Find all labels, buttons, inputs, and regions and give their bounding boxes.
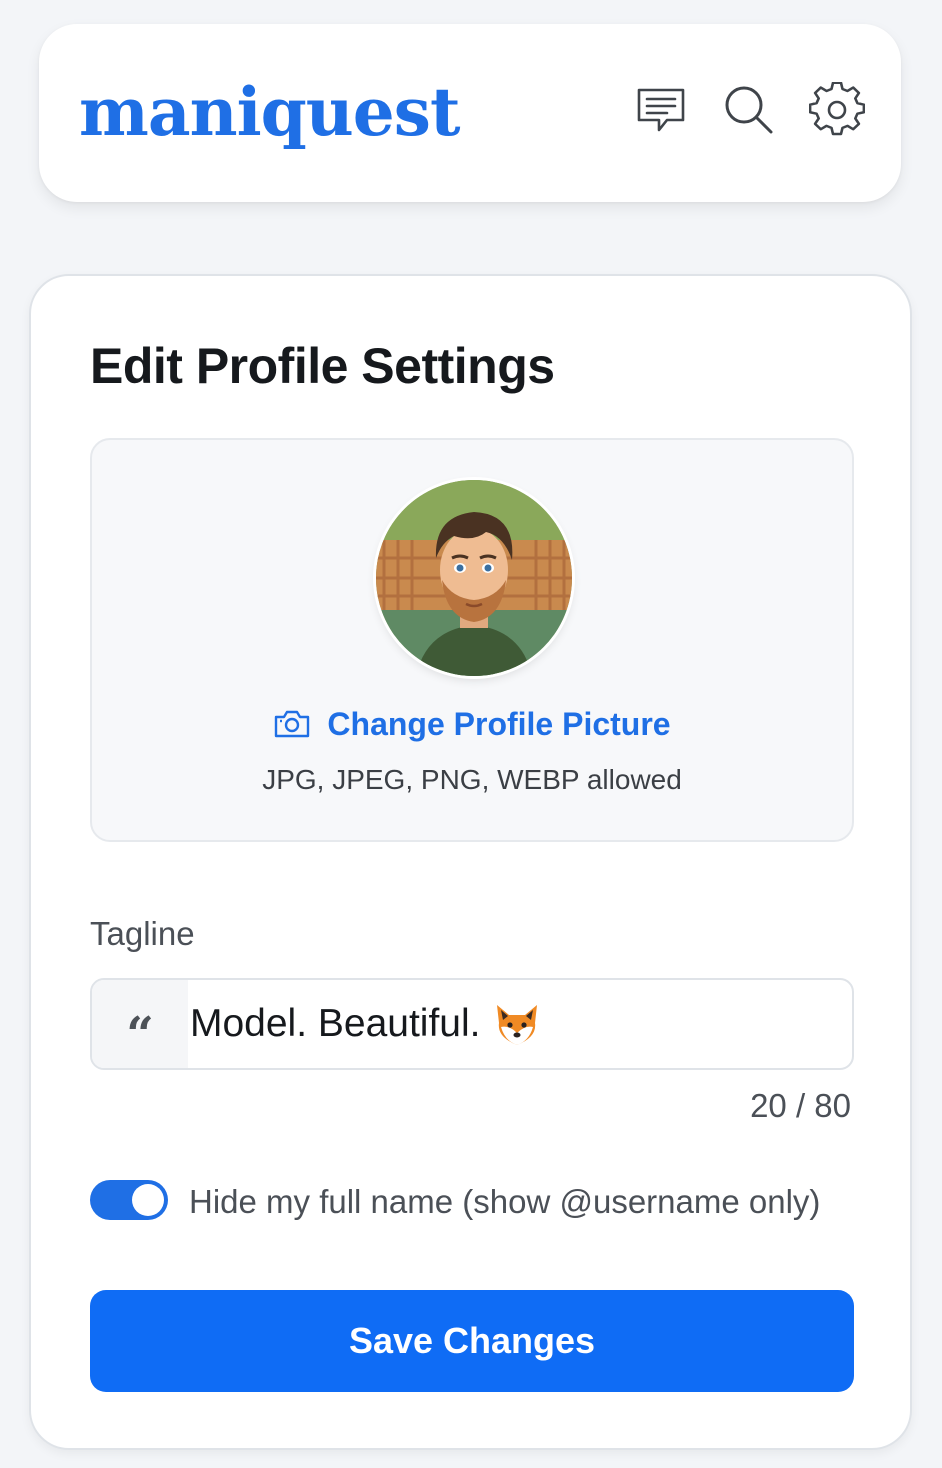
tagline-text: Model. Beautiful. bbox=[190, 1002, 481, 1045]
change-profile-picture-link[interactable]: Change Profile Picture bbox=[92, 702, 852, 746]
messages-icon[interactable] bbox=[633, 82, 689, 138]
change-profile-picture-label: Change Profile Picture bbox=[327, 705, 671, 742]
save-changes-button[interactable]: Save Changes bbox=[90, 1290, 854, 1392]
hide-full-name-label[interactable]: Hide my full name (show @username only) bbox=[189, 1180, 820, 1224]
hide-full-name-toggle[interactable] bbox=[90, 1180, 168, 1220]
tagline-label: Tagline bbox=[90, 915, 195, 952]
profile-avatar bbox=[376, 480, 572, 676]
edit-profile-card: Edit Profile Settings Change Profile Pic… bbox=[29, 274, 912, 1450]
app-header: maniquest bbox=[39, 24, 901, 202]
toggle-knob bbox=[132, 1184, 164, 1216]
camera-icon bbox=[273, 709, 311, 739]
page-title: Edit Profile Settings bbox=[90, 338, 555, 394]
tagline-value[interactable]: Model. Beautiful. bbox=[188, 980, 852, 1068]
character-counter: 20 / 80 bbox=[750, 1087, 851, 1124]
profile-picture-section: Change Profile Picture JPG, JPEG, PNG, W… bbox=[90, 438, 854, 842]
quote-icon: “ bbox=[92, 980, 188, 1068]
settings-gear-icon[interactable] bbox=[809, 82, 865, 138]
search-icon[interactable] bbox=[721, 82, 777, 138]
app-logo[interactable]: maniquest bbox=[79, 72, 460, 152]
tagline-input[interactable]: “ Model. Beautiful. bbox=[90, 978, 854, 1070]
allowed-formats-hint: JPG, JPEG, PNG, WEBP allowed bbox=[262, 764, 682, 795]
fox-emoji-icon bbox=[493, 1001, 541, 1047]
